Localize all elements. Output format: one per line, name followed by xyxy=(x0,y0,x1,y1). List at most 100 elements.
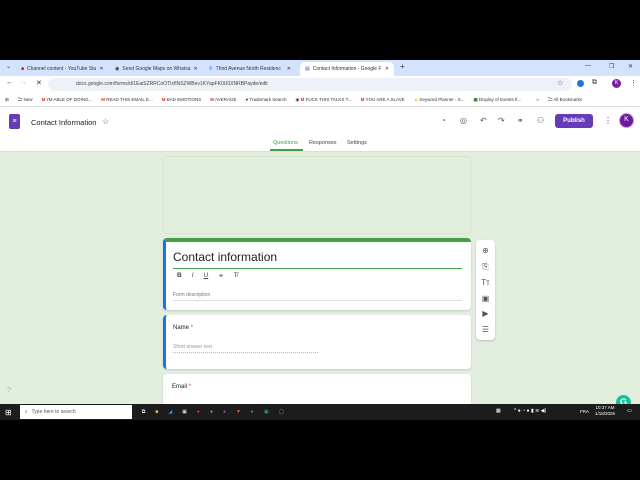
add-collaborator-icon[interactable]: ⚇ xyxy=(537,116,544,125)
palette-icon[interactable]: ◔ xyxy=(441,116,446,125)
tab-questions[interactable]: Questions xyxy=(273,140,298,146)
question-card[interactable]: Email * xyxy=(163,374,471,404)
browser-tab[interactable]: ◉ Send Google Maps on Whatsa ✕ xyxy=(110,62,202,76)
stop-icon[interactable]: ✕ xyxy=(36,79,42,87)
star-icon[interactable]: ☆ xyxy=(102,117,109,126)
menu-kebab-icon[interactable]: ⋮ xyxy=(630,79,637,87)
taskbar-search[interactable]: ⌕ Type here to search xyxy=(19,405,132,419)
tab-search-icon[interactable]: ⌄ xyxy=(6,63,11,70)
publish-button[interactable]: Publish xyxy=(555,114,593,128)
profile-avatar[interactable]: K xyxy=(612,79,621,88)
bookmark[interactable]: ▲ Keyword Planner - S... xyxy=(414,97,465,102)
extensions-puzzle-icon[interactable]: ⧉ xyxy=(592,79,597,87)
close-icon[interactable]: ✕ xyxy=(99,66,103,72)
browser-tab-bar: ⌄ ■ Channel content - YouTube Stu ✕ ◉ Send … xyxy=(0,60,640,76)
question-label[interactable]: Name * xyxy=(173,325,193,331)
bookmark[interactable]: M YOU ARE A SLAVE xyxy=(361,97,405,102)
header-image-area[interactable] xyxy=(163,156,471,234)
help-icon[interactable]: ? xyxy=(7,387,11,394)
bookmark-label: AVERAGE xyxy=(215,97,237,102)
link-button[interactable]: ⚭ xyxy=(218,272,223,280)
bookmark[interactable]: M BAD EMOTIONS xyxy=(162,97,202,102)
bookmark[interactable]: ◉ M FUCK THIS TALKS T... xyxy=(295,97,351,103)
brave-icon[interactable]: ▼ xyxy=(236,409,241,415)
doc-title[interactable]: Contact Information xyxy=(31,118,96,127)
more-options-icon[interactable]: ⋮ xyxy=(604,116,612,125)
url-input[interactable]: docs.google.com/forms/d/1EaiSZRRCoOTlxfI… xyxy=(48,78,572,91)
bookmark[interactable]: 🗀 New xyxy=(18,96,33,104)
question-card[interactable]: Name * Short answer text xyxy=(163,315,471,369)
add-section-icon[interactable]: ☰ xyxy=(482,325,489,334)
minimize-button[interactable]: — xyxy=(585,63,591,69)
chrome-icon[interactable]: ● xyxy=(223,409,226,415)
maps-pin-icon: ⚲ xyxy=(209,66,213,72)
bookmark-label: READ THIS EMAIL E... xyxy=(106,97,153,102)
new-tab-button[interactable]: + xyxy=(400,62,405,71)
form-title-input[interactable]: Contact information xyxy=(173,250,277,264)
tab-label: Channel content - YouTube Stu xyxy=(27,66,97,72)
add-title-icon[interactable]: Tт xyxy=(481,278,490,287)
browser-tab-active[interactable]: ▤ Contact Information - Google F ✕ xyxy=(300,62,394,76)
question-label[interactable]: Email * xyxy=(172,384,191,390)
forward-icon[interactable]: → xyxy=(20,79,27,86)
apps-grid-icon[interactable]: ⊞ xyxy=(5,97,9,103)
back-icon[interactable]: ← xyxy=(6,79,13,86)
bookmark[interactable]: ● Trademark Search xyxy=(245,97,286,102)
user-avatar[interactable]: K xyxy=(619,113,634,128)
forms-icon: ▤ xyxy=(305,66,310,72)
close-icon[interactable]: ✕ xyxy=(287,66,291,72)
browser-tab[interactable]: ⚲ Third Avenue North Residenc ✕ xyxy=(204,62,296,76)
whatsapp-icon[interactable]: ◯ xyxy=(279,409,285,415)
windows-start-icon[interactable]: ⊞ xyxy=(5,408,12,417)
app-icon[interactable]: ◐ xyxy=(251,409,254,415)
azure-icon[interactable]: ◢ xyxy=(168,409,172,415)
tab-responses[interactable]: Responses xyxy=(309,140,337,146)
language-indicator[interactable]: FRA xyxy=(580,409,589,414)
close-window-button[interactable]: ✕ xyxy=(628,63,633,70)
globe-icon: ◉ xyxy=(115,66,120,72)
file-explorer-icon[interactable]: ■ xyxy=(155,409,158,415)
grammarly-icon[interactable]: G xyxy=(616,395,631,404)
bookmark[interactable]: M AVERAGE xyxy=(210,97,236,102)
required-marker: * xyxy=(188,384,192,390)
star-icon[interactable]: ☆ xyxy=(557,79,563,87)
italic-button[interactable]: I xyxy=(192,272,194,280)
notifications-icon[interactable]: ▭ xyxy=(627,408,632,414)
restore-button[interactable]: ❐ xyxy=(609,63,614,70)
add-image-icon[interactable]: ▣ xyxy=(482,294,490,303)
browser-tab[interactable]: ■ Channel content - YouTube Stu ✕ xyxy=(16,62,108,76)
close-icon[interactable]: ✕ xyxy=(193,66,197,72)
all-bookmarks[interactable]: 🗀 All Bookmarks xyxy=(548,96,582,104)
tray-icons[interactable]: ^ ● ◔ ● ▮ ≋ ◀) xyxy=(514,408,546,414)
bold-button[interactable]: B xyxy=(177,272,182,280)
link-icon[interactable]: ⚭ xyxy=(517,116,524,125)
form-title-card[interactable]: Contact information B I U ⚭ T̸ Form desc… xyxy=(163,238,471,310)
form-description-input[interactable]: Form description xyxy=(173,292,462,301)
keyboard-icon[interactable]: ▦ xyxy=(496,408,501,414)
preview-eye-icon[interactable]: ◎ xyxy=(460,116,467,125)
excel-icon[interactable]: ▣ xyxy=(264,409,269,415)
firefox-icon[interactable]: ● xyxy=(210,409,213,415)
extension-icon[interactable] xyxy=(577,80,584,87)
redo-icon[interactable]: ↷ xyxy=(498,116,505,125)
more-bookmarks-icon[interactable]: » xyxy=(536,97,539,102)
bookmark[interactable]: M I'M ABLE OF DOING... xyxy=(42,97,93,102)
close-icon[interactable]: ✕ xyxy=(385,66,389,72)
title-underline xyxy=(173,268,462,269)
add-question-icon[interactable]: ⊕ xyxy=(482,246,489,255)
undo-icon[interactable]: ↶ xyxy=(480,116,487,125)
vivaldi-icon[interactable]: ● xyxy=(197,409,200,415)
store-icon[interactable]: ▣ xyxy=(182,409,187,415)
underline-button[interactable]: U xyxy=(204,272,209,280)
clear-format-button[interactable]: T̸ xyxy=(234,272,238,280)
import-questions-icon[interactable]: ⎘ xyxy=(482,262,488,272)
bookmark[interactable]: ▣ Display of Events fr... xyxy=(473,97,521,103)
clock[interactable]: 10:37 AM 1/18/2026 xyxy=(595,405,615,417)
short-answer-placeholder: Short answer text xyxy=(173,344,318,353)
task-view-icon[interactable]: ⧉ xyxy=(142,409,146,415)
forms-logo-icon[interactable]: ≡ xyxy=(9,114,20,129)
bookmark-label: I'M ABLE OF DOING... xyxy=(46,97,93,102)
bookmark[interactable]: M READ THIS EMAIL E... xyxy=(101,97,153,102)
tab-settings[interactable]: Settings xyxy=(347,140,367,146)
add-video-icon[interactable]: ▶ xyxy=(482,309,488,318)
